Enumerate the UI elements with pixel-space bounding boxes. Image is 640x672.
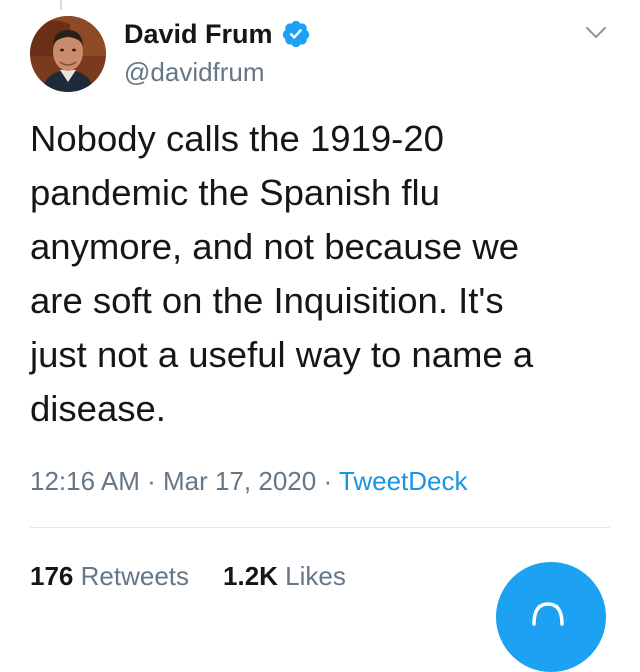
avatar[interactable] — [30, 16, 106, 92]
profile-photo-icon — [30, 16, 106, 92]
author-handle[interactable]: @davidfrum — [124, 56, 265, 88]
likes-label: Likes — [285, 561, 346, 591]
likes-count: 1.2K — [223, 561, 278, 591]
retweets-count: 176 — [30, 561, 74, 591]
author-name-row[interactable]: David Frum — [124, 17, 311, 51]
divider — [30, 527, 610, 528]
tweet-text: Nobody calls the 1919-20 pandemic the Sp… — [30, 118, 534, 429]
tweet-date[interactable]: Mar 17, 2020 — [163, 466, 316, 496]
compose-icon — [528, 596, 568, 626]
retweets-label: Retweets — [80, 561, 190, 591]
display-name[interactable]: David Frum — [124, 17, 273, 51]
tweet-stats: 176 Retweets 1.2K Likes — [30, 559, 346, 593]
meta-separator: · — [147, 466, 156, 496]
tweet-source-link[interactable]: TweetDeck — [339, 466, 468, 496]
likes-stat[interactable]: 1.2K Likes — [223, 561, 346, 591]
tweet-time[interactable]: 12:16 AM — [30, 466, 140, 496]
thread-connector-line — [60, 0, 62, 10]
meta-separator: · — [323, 466, 333, 496]
retweets-stat[interactable]: 176 Retweets — [30, 561, 189, 591]
chevron-down-icon[interactable] — [584, 20, 608, 44]
tweet-metadata: 12:16 AM · Mar 17, 2020 · TweetDeck — [30, 464, 468, 498]
verified-badge-icon — [281, 19, 311, 49]
